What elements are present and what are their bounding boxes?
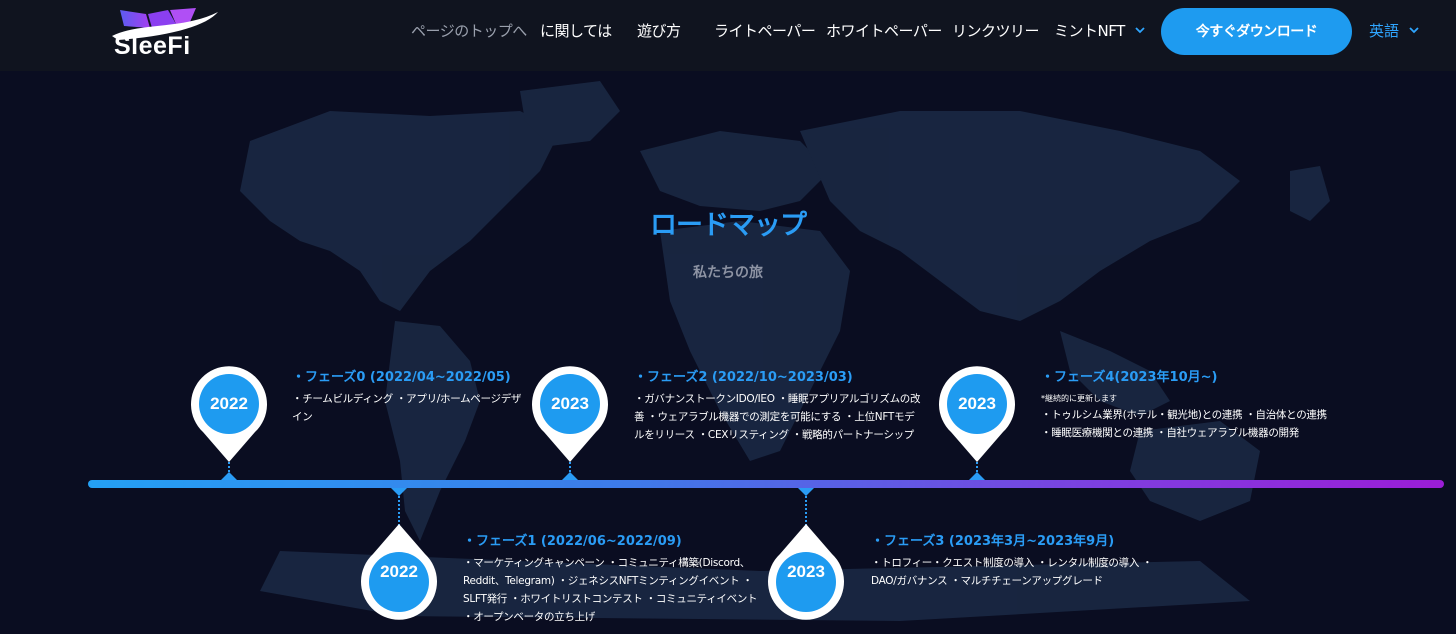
- nav-how-to-play[interactable]: 遊び方: [637, 20, 681, 41]
- nav-mint-nft[interactable]: ミントNFT: [1054, 20, 1145, 41]
- download-now-button[interactable]: 今すぐダウンロード: [1161, 8, 1352, 55]
- world-map-background: [240, 81, 1330, 621]
- nav-mint-nft-label: ミントNFT: [1054, 22, 1125, 40]
- connector-dots: [398, 496, 400, 526]
- timeline-marker: [562, 472, 578, 480]
- connector-dots: [228, 462, 230, 472]
- phase-4-note: *継続的に更新します: [1041, 394, 1117, 403]
- nav-whitepaper[interactable]: ホワイトペーパー: [826, 20, 942, 41]
- logo-text: SleeFi: [114, 32, 191, 60]
- phase-1-description: ・マーケティングキャンペーン ・コミュニティ構築(Discord、Reddit、…: [463, 557, 758, 623]
- chevron-down-icon: [1135, 27, 1145, 34]
- nav-about[interactable]: に関しては: [540, 20, 612, 41]
- phase-3-description: ・トロフィー・クエスト制度の導入 ・レンタル制度の導入 ・DAO/ガバナンス ・…: [871, 557, 1153, 587]
- sleefi-logo[interactable]: SleeFi: [110, 6, 222, 64]
- year-pin-phase-3: 2023: [766, 524, 846, 622]
- roadmap-subtitle: 私たちの旅: [693, 265, 763, 281]
- year-pin-phase-1: 2022: [359, 524, 439, 622]
- site-header: SleeFi ページのトップへ に関しては 遊び方 ライトペーパー ホワイトペー…: [0, 0, 1456, 71]
- phase-1-title: ・フェーズ1 (2022/06~2022/09): [463, 534, 682, 549]
- year-pin-phase-4: 2023: [937, 364, 1017, 462]
- nav-top[interactable]: ページのトップへ: [411, 20, 527, 41]
- phase-2-title: ・フェーズ2 (2022/10~2023/03): [634, 370, 853, 385]
- pin-year: 2023: [551, 394, 589, 413]
- roadmap-title: ロードマップ: [650, 210, 807, 241]
- timeline-marker: [798, 488, 814, 496]
- phase-0-title: ・フェーズ0 (2022/04~2022/05): [292, 370, 511, 385]
- timeline-marker: [969, 472, 985, 480]
- nav-linktree[interactable]: リンクツリー: [952, 20, 1040, 41]
- pin-year: 2022: [210, 394, 248, 413]
- chevron-down-icon: [1409, 27, 1419, 34]
- phase-2-description: ・ガバナンストークンIDO/IEO ・睡眠アプリアルゴリズムの改善 ・ウェアラブ…: [634, 393, 921, 441]
- year-pin-phase-2: 2023: [530, 364, 610, 462]
- nav-litepaper[interactable]: ライトペーパー: [714, 20, 816, 41]
- timeline-marker: [391, 488, 407, 496]
- language-selector[interactable]: 英語: [1369, 20, 1419, 41]
- timeline-marker: [221, 472, 237, 480]
- phase-0-description: ・チームビルディング ・アプリ/ホームページデザイン: [292, 393, 522, 423]
- connector-dots: [569, 462, 571, 472]
- pin-year: 2022: [380, 562, 418, 581]
- connector-dots: [805, 496, 807, 526]
- year-pin-phase-0: 2022: [189, 364, 269, 462]
- pin-year: 2023: [787, 562, 825, 581]
- phase-4-title: ・フェーズ4(2023年10月~): [1041, 370, 1218, 385]
- timeline-bar: [88, 480, 1444, 488]
- connector-dots: [976, 462, 978, 472]
- phase-4-description: ・トゥルシム業界(ホテル・観光地)との連携 ・自治体との連携 ・睡眠医療機関との…: [1041, 409, 1327, 439]
- language-label: 英語: [1369, 22, 1400, 40]
- phase-3-title: ・フェーズ3 (2023年3月~2023年9月): [871, 534, 1115, 549]
- pin-year: 2023: [958, 394, 996, 413]
